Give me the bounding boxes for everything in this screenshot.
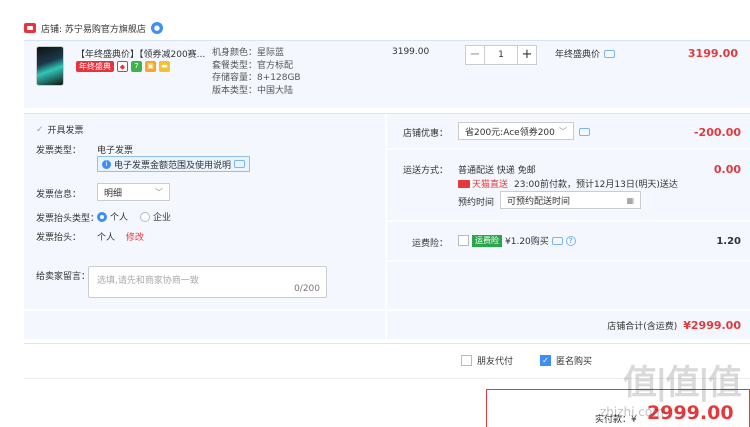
check-icon: ✓: [36, 124, 44, 135]
store-discount-label: 店铺优惠：: [403, 129, 449, 139]
invoice-header-type-options: 个人 企业: [97, 210, 171, 223]
product-thumbnail[interactable]: [36, 46, 64, 86]
message-label: 给卖家留言：: [36, 272, 91, 282]
invoice-header-type-label: 发票抬头类型：: [36, 214, 100, 224]
watermark-logo: 值|值|值: [623, 363, 742, 403]
anonymous-buy-option[interactable]: ✓ 匿名购买: [540, 354, 592, 367]
seller-message-input[interactable]: 选填,请先和商家协商一致 0/200: [88, 266, 327, 298]
radio-personal[interactable]: 个人: [97, 210, 128, 223]
quantity-stepper: − 1 +: [465, 45, 537, 65]
invoice-info-label: 发票信息：: [36, 190, 82, 200]
insurance-checkbox[interactable]: [458, 235, 469, 246]
tmall-label: 天猫直送: [472, 180, 509, 190]
shipping-amount: 0.00: [713, 163, 741, 176]
radio-dot-selected: [97, 211, 107, 222]
invoice-toggle[interactable]: ✓ 开具发票: [36, 123, 84, 137]
edit-link[interactable]: 修改: [126, 233, 144, 243]
radio-dot: [140, 211, 151, 222]
row-divider: [387, 148, 750, 150]
message-counter: 0/200: [294, 284, 320, 294]
spec-storage: 存储容量：8+128GB: [212, 73, 301, 83]
invoice-type-label: 发票类型：: [36, 146, 82, 156]
insurance-option: 运费险 ¥1.20购买 ?: [458, 234, 576, 247]
store-discount-select[interactable]: 省200元:Ace领券200 ﹀: [458, 122, 574, 140]
friend-pay-option[interactable]: 朋友代付: [461, 354, 513, 367]
insurance-badge: 运费险: [472, 234, 502, 247]
order-options-panel: ✓ 开具发票 发票类型： 电子发票 i 电子发票金额范围及使用说明 发票信息： …: [24, 113, 750, 340]
store-total-label: 店铺合计(含运费): [607, 322, 678, 332]
anonymous-checkbox-checked[interactable]: ✓: [540, 355, 551, 366]
radio-company[interactable]: 企业: [140, 210, 171, 223]
product-badges: 年终盛典 ◆ 7 ▣ ▬: [76, 61, 170, 72]
invoice-note-text: 电子发票金额范围及使用说明: [114, 160, 232, 171]
appointment-label: 预约时间: [458, 198, 495, 208]
chevron-down-icon: ﹀: [155, 187, 163, 197]
insurance-price: ¥1.20购买: [505, 237, 549, 247]
product-specs: 机身颜色：星际蓝 套餐类型：官方标配 存储容量：8+128GB 版本类型：中国大…: [212, 47, 301, 97]
store-total-amount: ¥2999.00: [683, 319, 741, 332]
invoice-info-value: 明细: [104, 188, 123, 199]
message-placeholder: 选填,请先和商家协商一致: [97, 276, 199, 286]
comment-icon[interactable]: [551, 236, 563, 245]
store-header: 店铺: 苏宁易购官方旗舰店 ●: [24, 20, 163, 36]
invoice-type-value: 电子发票: [97, 146, 134, 156]
checkout-page: 店铺: 苏宁易购官方旗舰店 ● 【年终盛典价】【领券减200赛... 年终盛典 …: [0, 0, 750, 427]
anonymous-buy-label: 匿名购买: [556, 357, 593, 367]
chevron-down-icon: ﹀: [559, 126, 567, 136]
appointment-time-input[interactable]: 可预约配送时间 ▦: [500, 191, 641, 209]
store-name[interactable]: 店铺: 苏宁易购官方旗舰店: [41, 22, 146, 35]
invoice-note[interactable]: i 电子发票金额范围及使用说明: [97, 156, 251, 172]
spec-color: 机身颜色：星际蓝: [212, 48, 285, 58]
watermark-url: zhizhi.com: [600, 405, 664, 419]
shield-icon: ◆: [117, 61, 128, 72]
summary-divider: [24, 309, 750, 311]
insurance-label: 运费险：: [412, 239, 449, 249]
invoice-info-select[interactable]: 明细 ﹀: [97, 183, 170, 201]
invoice-toggle-label: 开具发票: [47, 126, 84, 136]
decrease-button[interactable]: −: [466, 46, 485, 64]
promo-badge: 年终盛典: [76, 61, 114, 72]
discount-amount: -200.00: [693, 126, 741, 139]
increase-button[interactable]: +: [517, 46, 536, 64]
insurance-amount: 1.20: [716, 236, 741, 247]
store-icon: [24, 23, 36, 33]
spec-version: 版本类型：中国大陆: [212, 85, 294, 96]
invoice-header-value: 个人: [97, 233, 116, 243]
comment-icon: [234, 160, 246, 168]
promo-info: 年终盛典价: [555, 47, 616, 60]
tmall-direct: 天猫直送: [458, 177, 508, 190]
comment-icon[interactable]: [579, 128, 590, 136]
row-divider: [387, 260, 750, 262]
row-divider: [387, 220, 750, 222]
appointment-time-value: 可预约配送时间: [507, 196, 571, 207]
friend-pay-label: 朋友代付: [477, 357, 514, 367]
invoice-header: 个人 修改: [97, 230, 144, 243]
item-total: 3199.00: [687, 47, 738, 60]
promo-label: 年终盛典价: [555, 50, 601, 60]
seven-day-return-icon: 7: [131, 61, 142, 72]
spec-package: 套餐类型：官方标配: [212, 60, 294, 71]
store-total: 店铺合计(含运费) ¥2999.00: [607, 319, 741, 332]
unit-price: 3199.00: [392, 47, 430, 57]
chat-icon[interactable]: ●: [150, 22, 163, 34]
card-icon: ▬: [159, 61, 170, 72]
shipping-label: 运送方式：: [403, 166, 449, 176]
shipping-note-row: 天猫直送 23:00前付款，预计12月13日(明天)送达: [458, 177, 678, 190]
footer-divider: [24, 343, 750, 344]
info-icon: i: [102, 159, 111, 169]
shipping-method: 普通配送 快递 免邮: [458, 166, 536, 176]
invoice-header-label: 发票抬头：: [36, 233, 82, 243]
friend-pay-checkbox[interactable]: [461, 355, 472, 366]
tmall-icon: [458, 179, 470, 188]
store-discount-value: 省200元:Ace领券200: [465, 127, 555, 138]
help-icon[interactable]: ?: [565, 235, 576, 246]
calendar-icon: ▦: [626, 195, 634, 205]
radio-personal-label: 个人: [110, 213, 129, 223]
comment-icon[interactable]: [604, 49, 616, 58]
quantity-input[interactable]: 1: [485, 46, 517, 64]
radio-company-label: 企业: [153, 213, 172, 223]
shipping-note: 23:00前付款，预计12月13日(明天)送达: [514, 180, 678, 190]
product-row: 【年终盛典价】【领券减200赛... 年终盛典 ◆ 7 ▣ ▬ 机身颜色：星际蓝…: [24, 40, 750, 108]
gift-icon: ▣: [145, 61, 156, 72]
